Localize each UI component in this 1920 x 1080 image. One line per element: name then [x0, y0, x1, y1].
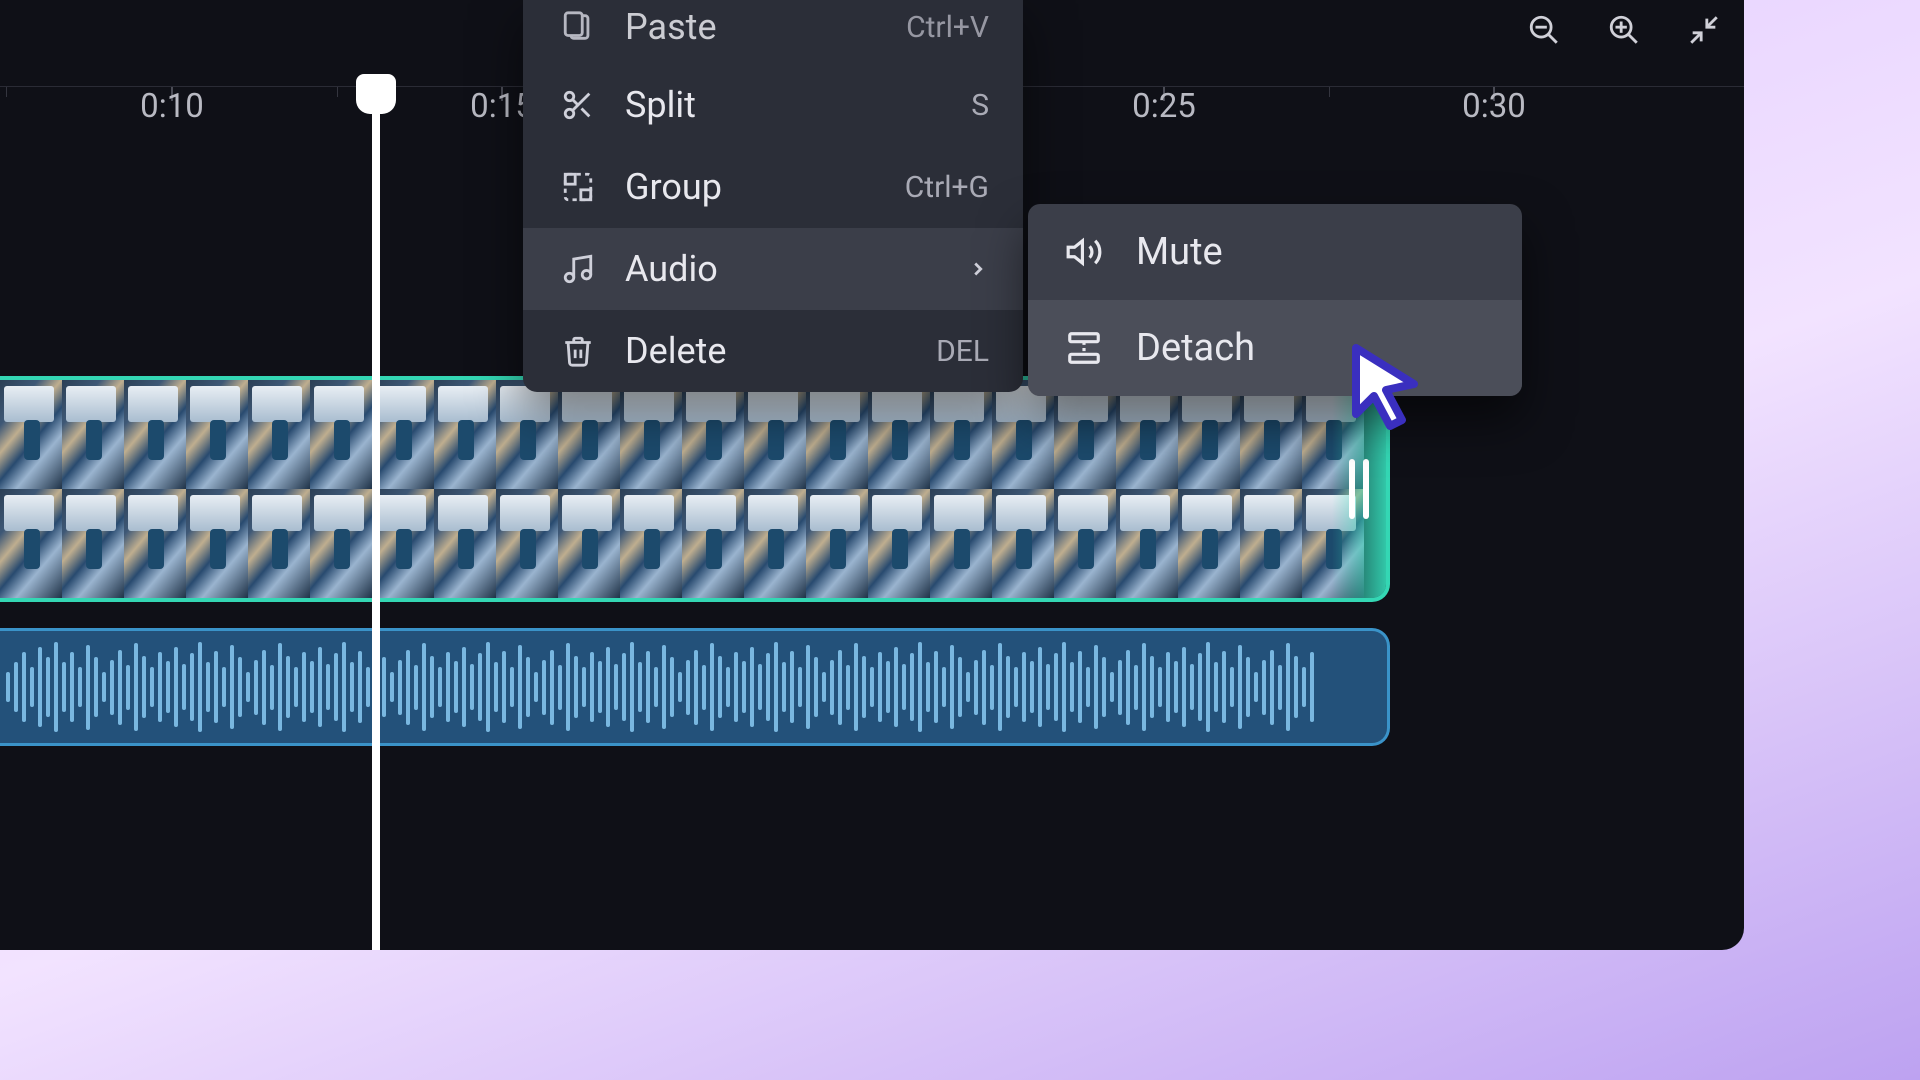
- group-icon: [557, 166, 599, 208]
- zoom-out-button[interactable]: [1524, 10, 1564, 50]
- menu-shortcut: Ctrl+V: [906, 10, 989, 45]
- playhead[interactable]: [372, 80, 380, 950]
- timeline-toolbar: [1524, 10, 1724, 50]
- paste-icon: [557, 6, 599, 48]
- menu-shortcut: Ctrl+G: [905, 170, 989, 205]
- playhead-handle[interactable]: [356, 74, 396, 114]
- music-icon: [557, 248, 599, 290]
- speaker-icon: [1062, 230, 1106, 274]
- timeline-panel: 0:10 0:15 0:25 0:30 Paste: [0, 0, 1744, 950]
- menu-item-audio[interactable]: Audio: [523, 228, 1023, 310]
- detach-icon: [1062, 326, 1106, 370]
- clip-thumbnails: [0, 380, 1386, 598]
- submenu-label: Mute: [1136, 230, 1223, 274]
- menu-item-group[interactable]: Group Ctrl+G: [523, 146, 1023, 228]
- zoom-in-button[interactable]: [1604, 10, 1644, 50]
- ruler-label: 0:10: [140, 87, 204, 126]
- menu-label: Paste: [625, 6, 717, 48]
- mouse-cursor: [1350, 344, 1428, 430]
- menu-label: Audio: [625, 248, 718, 290]
- menu-shortcut: S: [971, 88, 989, 123]
- fit-to-screen-button[interactable]: [1684, 10, 1724, 50]
- menu-label: Group: [625, 166, 722, 208]
- audio-clip[interactable]: [0, 628, 1390, 746]
- video-clip[interactable]: [0, 376, 1390, 602]
- submenu-item-mute[interactable]: Mute: [1028, 204, 1522, 300]
- menu-shortcut: DEL: [936, 334, 989, 369]
- submenu-label: Detach: [1136, 326, 1255, 370]
- audio-submenu: Mute Detach: [1028, 204, 1522, 396]
- submenu-item-detach[interactable]: Detach: [1028, 300, 1522, 396]
- chevron-right-icon: [967, 258, 989, 280]
- menu-item-split[interactable]: Split S: [523, 64, 1023, 146]
- menu-item-paste[interactable]: Paste Ctrl+V: [523, 0, 1023, 64]
- ruler-label: 0:25: [1132, 87, 1196, 126]
- audio-waveform: [0, 631, 1387, 743]
- scissors-icon: [557, 84, 599, 126]
- ruler-label: 0:30: [1462, 87, 1526, 126]
- context-menu: Paste Ctrl+V Split S Group Ctrl+G: [523, 0, 1023, 392]
- menu-label: Split: [625, 84, 696, 126]
- menu-item-delete[interactable]: Delete DEL: [523, 310, 1023, 392]
- menu-label: Delete: [625, 330, 726, 372]
- trash-icon: [557, 330, 599, 372]
